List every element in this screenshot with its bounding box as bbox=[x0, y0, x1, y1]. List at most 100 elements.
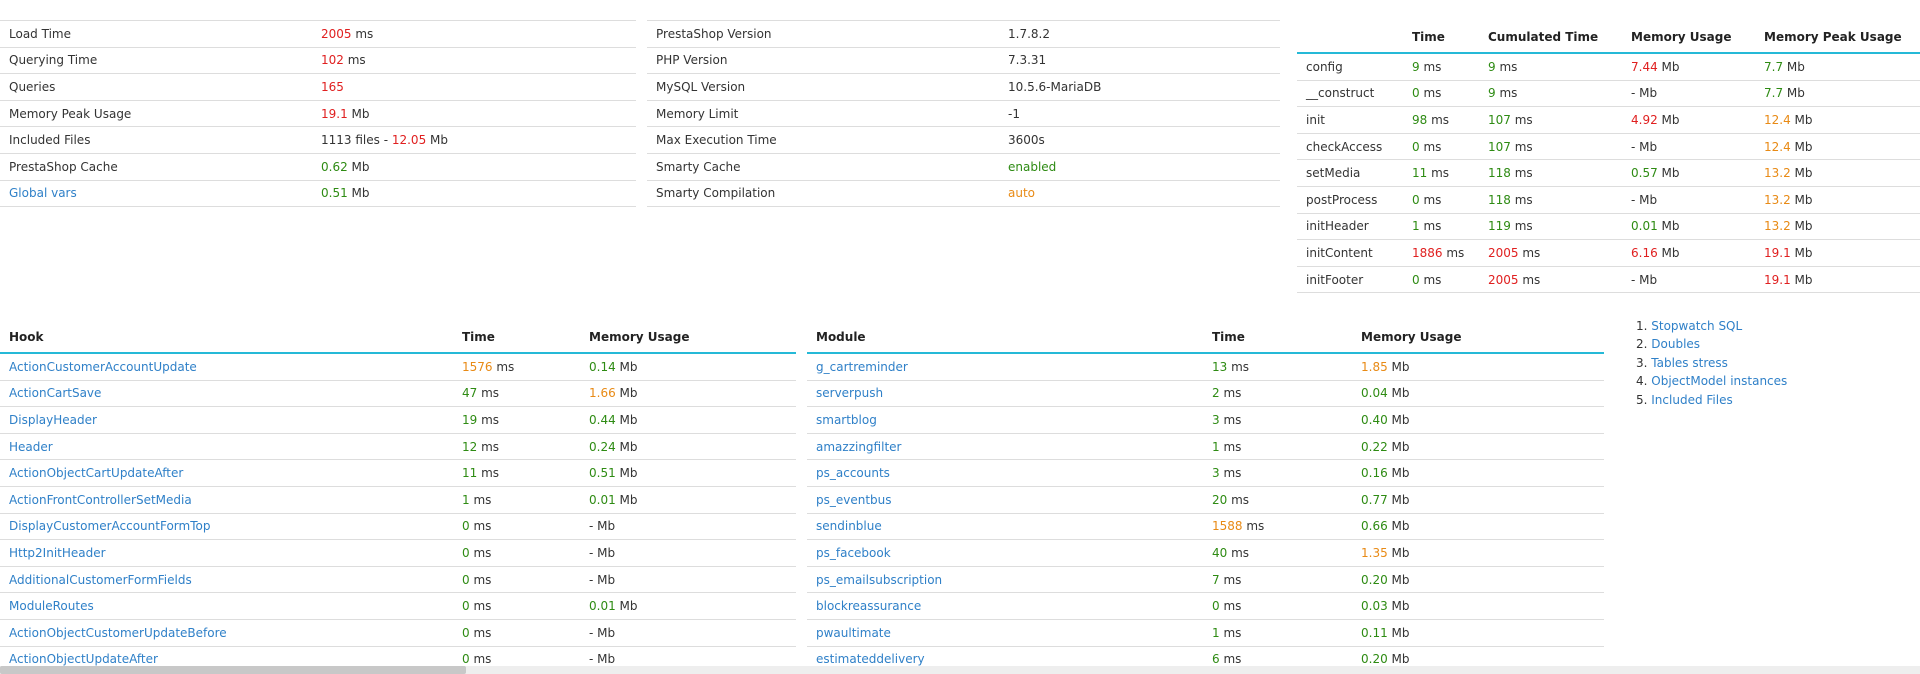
hook-name-cell[interactable]: AdditionalCustomerFormFields bbox=[0, 566, 453, 594]
hook-name-cell[interactable]: ActionFrontControllerSetMedia bbox=[0, 486, 453, 514]
module-name-cell[interactable]: ps_emailsubscription bbox=[807, 566, 1203, 594]
module-link[interactable]: ps_accounts bbox=[816, 466, 890, 480]
module-link[interactable]: blockreassurance bbox=[816, 599, 921, 613]
summary-row: PrestaShop Cache 0.62 Mb bbox=[0, 153, 636, 181]
hook-link[interactable]: ModuleRoutes bbox=[9, 599, 94, 613]
hook-link[interactable]: Http2InitHeader bbox=[9, 546, 106, 560]
hook-name-cell[interactable]: DisplayHeader bbox=[0, 406, 453, 434]
stage-mem-cell: - Mb bbox=[1622, 80, 1755, 108]
hook-link[interactable]: ActionCustomerAccountUpdate bbox=[9, 360, 197, 374]
stage-time: 9 bbox=[1412, 59, 1420, 74]
unit-ms: ms bbox=[469, 492, 492, 507]
unit-ms: ms bbox=[1219, 599, 1242, 614]
module-link[interactable]: sendinblue bbox=[816, 519, 882, 533]
unit-mb: Mb bbox=[1790, 139, 1813, 154]
hook-name-cell[interactable]: ActionCartSave bbox=[0, 380, 453, 408]
section-link[interactable]: Doubles bbox=[1651, 337, 1700, 351]
stage-row: postProcess 0 ms 118 ms - Mb 13.2 Mb bbox=[1297, 186, 1920, 214]
hook-name-cell[interactable]: DisplayCustomerAccountFormTop bbox=[0, 513, 453, 541]
section-link-item[interactable]: 2. Doubles bbox=[1636, 335, 1787, 353]
summary-value-cell: 19.1 Mb bbox=[312, 100, 636, 128]
summary-value-cell: 0.51 Mb bbox=[312, 180, 636, 208]
unit-ms: ms bbox=[1219, 386, 1242, 401]
hook-link[interactable]: ActionCartSave bbox=[9, 386, 101, 400]
section-link[interactable]: Tables stress bbox=[1651, 356, 1728, 370]
horizontal-scrollbar[interactable] bbox=[0, 666, 1920, 674]
hook-name-cell[interactable]: Http2InitHeader bbox=[0, 539, 453, 567]
hook-name-cell[interactable]: ActionObjectCartUpdateAfter bbox=[0, 459, 453, 487]
module-link[interactable]: pwaultimate bbox=[816, 626, 891, 640]
hook-link[interactable]: AdditionalCustomerFormFields bbox=[9, 573, 192, 587]
unit-mb: Mb bbox=[1387, 412, 1410, 427]
section-link-item[interactable]: 4. ObjectModel instances bbox=[1636, 372, 1787, 390]
section-link-number: 1. bbox=[1636, 319, 1652, 333]
hook-memory: 0.51 bbox=[589, 466, 616, 481]
section-link-item[interactable]: 1. Stopwatch SQL bbox=[1636, 317, 1787, 335]
module-name-cell[interactable]: amazzingfilter bbox=[807, 433, 1203, 461]
module-link[interactable]: ps_facebook bbox=[816, 546, 891, 560]
module-name-cell[interactable]: ps_accounts bbox=[807, 459, 1203, 487]
unit-ms: ms bbox=[1219, 412, 1242, 427]
hook-link[interactable]: ActionObjectUpdateAfter bbox=[9, 652, 158, 666]
section-link-item[interactable]: 5. Included Files bbox=[1636, 391, 1787, 409]
module-link[interactable]: g_cartreminder bbox=[816, 360, 908, 374]
stage-time-cell: 1 ms bbox=[1403, 213, 1479, 241]
hook-name-cell[interactable]: Header bbox=[0, 433, 453, 461]
module-name-cell[interactable]: sendinblue bbox=[807, 513, 1203, 541]
section-link[interactable]: Included Files bbox=[1651, 393, 1732, 407]
unit-ms: ms bbox=[469, 519, 492, 534]
section-link[interactable]: Stopwatch SQL bbox=[1651, 319, 1742, 333]
unit-mb: Mb bbox=[1790, 112, 1813, 127]
module-link[interactable]: ps_eventbus bbox=[816, 493, 892, 507]
env-label: Memory Limit bbox=[656, 106, 739, 121]
stage-cumulated-time: 2005 bbox=[1488, 245, 1519, 260]
hook-link[interactable]: ActionObjectCartUpdateAfter bbox=[9, 466, 183, 480]
stage-peak-cell: 7.7 Mb bbox=[1755, 53, 1920, 81]
hook-row: ActionCustomerAccountUpdate 1576 ms 0.14 M… bbox=[0, 353, 796, 381]
hook-name-cell[interactable]: ActionCustomerAccountUpdate bbox=[0, 353, 453, 381]
module-name-cell[interactable]: pwaultimate bbox=[807, 619, 1203, 647]
scrollbar-thumb[interactable] bbox=[0, 666, 466, 674]
module-link[interactable]: serverpush bbox=[816, 386, 883, 400]
module-link[interactable]: amazzingfilter bbox=[816, 440, 901, 454]
module-name-cell[interactable]: blockreassurance bbox=[807, 592, 1203, 620]
hook-time: 0 bbox=[462, 519, 470, 534]
env-value-cell: auto bbox=[999, 180, 1280, 208]
section-link[interactable]: ObjectModel instances bbox=[1651, 374, 1787, 388]
module-time: 1 bbox=[1212, 439, 1220, 454]
unit-ms: ms bbox=[1419, 86, 1442, 101]
summary-row: Load Time 2005 ms bbox=[0, 20, 636, 48]
module-link[interactable]: smartblog bbox=[816, 413, 877, 427]
module-time-cell: 0 ms bbox=[1203, 592, 1352, 620]
hook-link[interactable]: DisplayHeader bbox=[9, 413, 97, 427]
hook-link[interactable]: DisplayCustomerAccountFormTop bbox=[9, 519, 210, 533]
module-name-cell[interactable]: smartblog bbox=[807, 406, 1203, 434]
summary-label-cell[interactable]: Global vars bbox=[0, 180, 312, 208]
env-value: 10.5.6-MariaDB bbox=[1008, 79, 1102, 94]
module-time-cell: 1 ms bbox=[1203, 619, 1352, 647]
section-link-item[interactable]: 3. Tables stress bbox=[1636, 354, 1787, 372]
module-time-cell: 13 ms bbox=[1203, 353, 1352, 381]
module-link[interactable]: estimateddelivery bbox=[816, 652, 925, 666]
module-name-cell[interactable]: g_cartreminder bbox=[807, 353, 1203, 381]
hook-row: ActionCartSave 47 ms 1.66 Mb bbox=[0, 380, 796, 408]
stage-mem-cell: 0.57 Mb bbox=[1622, 159, 1755, 187]
hook-link[interactable]: ActionFrontControllerSetMedia bbox=[9, 493, 192, 507]
env-label-cell: MySQL Version bbox=[647, 73, 999, 101]
hook-name-cell[interactable]: ActionObjectCustomerUpdateBefore bbox=[0, 619, 453, 647]
global-vars-link[interactable]: Global vars bbox=[9, 186, 77, 200]
module-name-cell[interactable]: serverpush bbox=[807, 380, 1203, 408]
column-header: Time bbox=[1403, 22, 1479, 54]
summary-row: Queries 165 bbox=[0, 73, 636, 101]
hook-time: 0 bbox=[462, 652, 470, 667]
unit-ms: ms bbox=[1227, 545, 1250, 560]
hook-link[interactable]: ActionObjectCustomerUpdateBefore bbox=[9, 626, 227, 640]
module-mem-cell: 0.11 Mb bbox=[1352, 619, 1604, 647]
hook-link[interactable]: Header bbox=[9, 440, 53, 454]
unit-ms: ms bbox=[477, 466, 500, 481]
hook-name-cell[interactable]: ModuleRoutes bbox=[0, 592, 453, 620]
module-name-cell[interactable]: ps_facebook bbox=[807, 539, 1203, 567]
module-time-cell: 2 ms bbox=[1203, 380, 1352, 408]
module-name-cell[interactable]: ps_eventbus bbox=[807, 486, 1203, 514]
module-link[interactable]: ps_emailsubscription bbox=[816, 573, 942, 587]
